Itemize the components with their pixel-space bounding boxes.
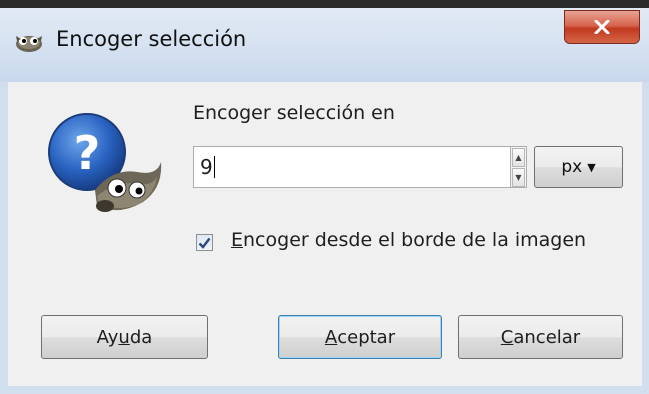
checkmark-icon [198, 237, 211, 249]
gimp-app-icon [16, 36, 42, 52]
close-icon [594, 20, 610, 34]
window-frame-left [0, 82, 8, 394]
background-window-strip [0, 0, 649, 8]
window-title: Encoger selección [56, 27, 247, 51]
triangle-down-icon: ▼ [515, 173, 522, 182]
checkbox-accelerator: E [231, 229, 244, 251]
ok-label-post: ceptar [337, 326, 396, 348]
ok-accelerator: A [324, 326, 338, 348]
shrink-amount-input[interactable]: 9 [193, 146, 511, 188]
window-frame-right [642, 82, 649, 394]
spin-down-button[interactable]: ▼ [512, 168, 525, 187]
help-label-pre: Ay [96, 326, 119, 348]
checkbox-label-text: ncoger desde el borde de la imagen [243, 229, 587, 251]
shrink-prompt-label: Encoger selección en [193, 102, 395, 124]
unit-dropdown[interactable]: px ▼ [534, 146, 623, 188]
window-frame-bottom [0, 386, 649, 394]
chevron-down-icon: ▼ [587, 160, 596, 174]
cancel-accelerator: C [500, 326, 514, 348]
close-button[interactable] [564, 10, 640, 44]
shrink-amount-value: 9 [200, 155, 213, 179]
svg-text:?: ? [74, 126, 101, 180]
cancel-button[interactable]: Cancelar [458, 315, 623, 359]
help-accelerator: u [118, 326, 130, 348]
cancel-label-post: ancelar [513, 326, 581, 348]
ok-button[interactable]: Aceptar [278, 315, 442, 359]
help-button[interactable]: Ay u da [41, 315, 208, 359]
title-bar[interactable]: Encoger selección [0, 0, 649, 83]
help-label-post: da [129, 326, 153, 348]
shrink-from-border-checkbox[interactable] [196, 234, 213, 251]
unit-value: px [561, 157, 583, 177]
spin-up-button[interactable]: ▲ [512, 148, 525, 167]
text-caret [213, 156, 215, 178]
triangle-up-icon: ▲ [515, 153, 522, 162]
shrink-from-border-label[interactable]: Encoger desde el borde de la imagen [231, 229, 586, 251]
spin-buttons: ▲ ▼ [511, 146, 527, 188]
question-icon: ? [48, 113, 162, 212]
